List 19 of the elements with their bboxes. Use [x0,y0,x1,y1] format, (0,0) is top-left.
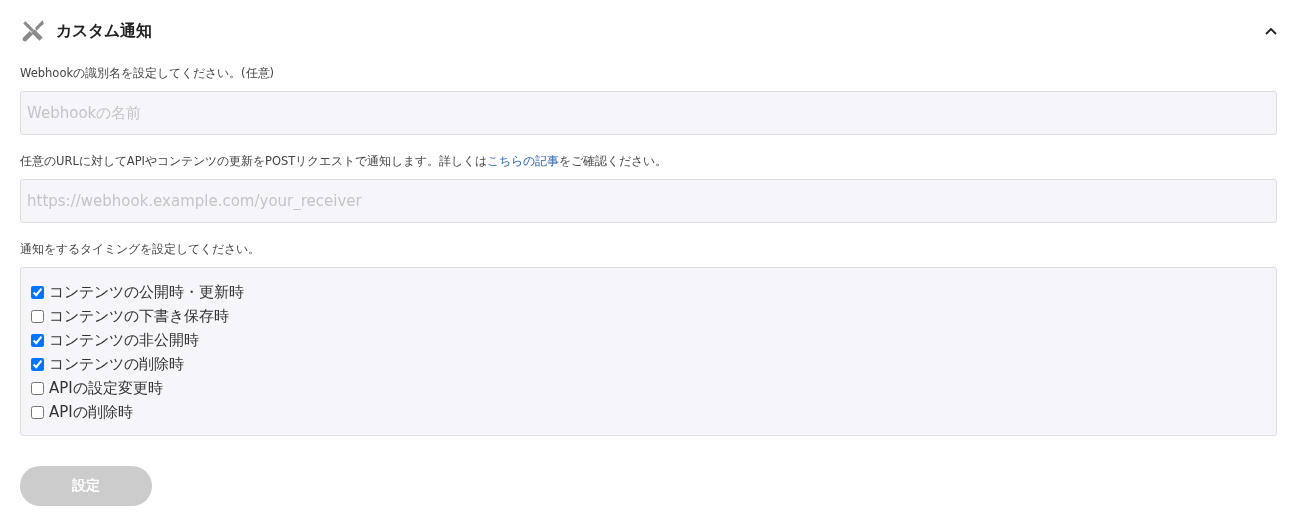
field-label: Webhookの識別名を設定してください。(任意) [20,66,276,81]
checkbox-label: コンテンツの下書き保存時 [49,307,229,326]
checkbox[interactable] [31,358,44,371]
checkbox-label: コンテンツの公開時・更新時 [49,283,244,302]
checkbox[interactable] [31,406,44,419]
field-label: 通知をするタイミングを設定してください。 [20,242,261,257]
checkbox-label: APIの設定変更時 [49,379,163,398]
checkbox-label: APIの削除時 [49,403,133,422]
checkbox-label: コンテンツの削除時 [49,355,184,374]
checkbox[interactable] [31,286,44,299]
checkbox[interactable] [31,334,44,347]
chevron-icon[interactable] [1265,27,1277,35]
checkbox[interactable] [31,382,44,395]
checkbox-label: コンテンツの非公開時 [49,331,199,350]
checkbox[interactable] [31,310,44,323]
field-label: 任意のURLに対してAPIやコンテンツの更新をPOSTリクエストで通知します。詳しくはこちらの記事をご確認ください。 [20,154,669,169]
tools-icon [20,18,46,44]
section-title: カスタム通知 [56,20,153,42]
article-link[interactable]: こちらの記事 [487,154,560,168]
